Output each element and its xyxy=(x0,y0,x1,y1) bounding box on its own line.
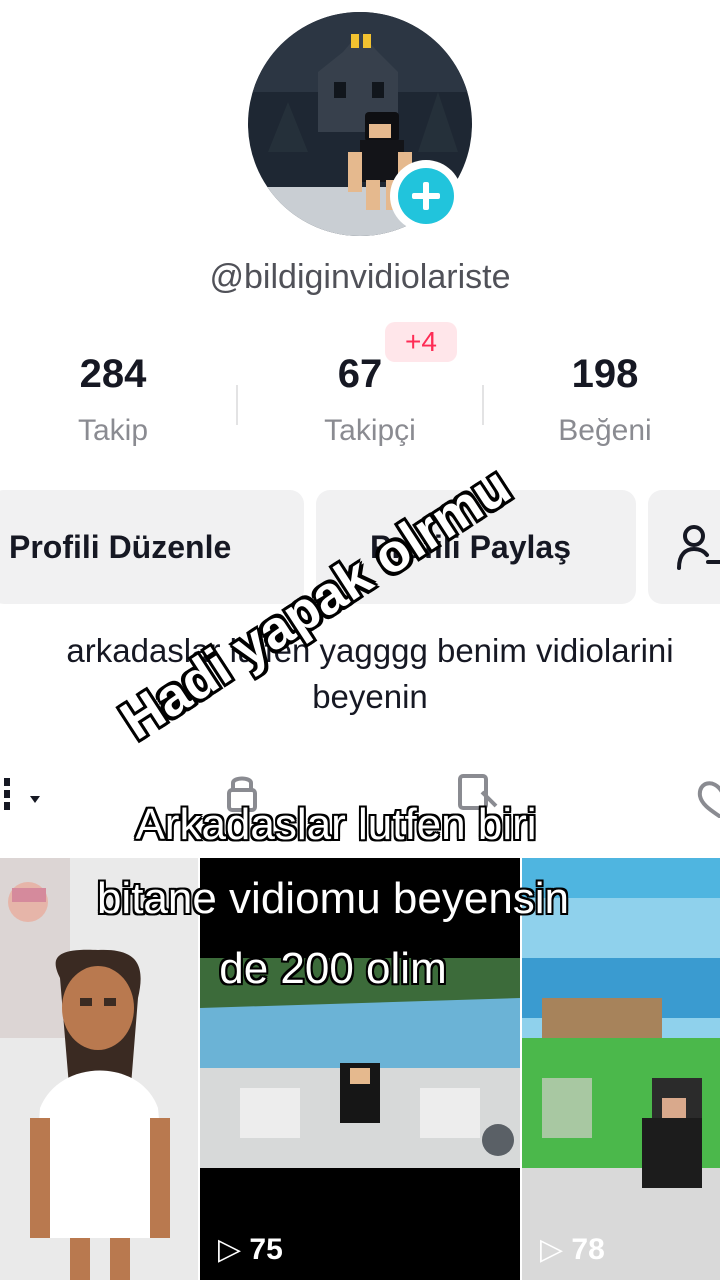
heart-icon[interactable] xyxy=(694,772,720,818)
bio: arkadaslar lutfen yagggg benim vidiolari… xyxy=(0,628,720,720)
video-views: ▷ 75 xyxy=(218,1232,283,1267)
username: @bildiginvidiolariste xyxy=(209,258,511,296)
followers-label: Takipçi xyxy=(324,414,416,447)
bio-line: arkadaslar lutfen yagggg benim vidiolari… xyxy=(66,632,674,669)
likes-count[interactable]: 198 xyxy=(530,352,680,397)
add-friend-button[interactable] xyxy=(648,490,720,604)
add-story-button[interactable] xyxy=(390,160,462,232)
stat-divider xyxy=(482,385,484,425)
likes-label: Beğeni xyxy=(558,414,652,447)
stat-divider xyxy=(236,385,238,425)
play-icon: ▷ xyxy=(540,1233,564,1266)
bio-line: beyenin xyxy=(312,678,428,715)
video-views-count: 78 xyxy=(571,1233,605,1266)
following-label: Takip xyxy=(77,414,149,447)
overlay-caption-line: Arkadaslar lutfen biri xyxy=(135,800,537,849)
play-icon: ▷ xyxy=(218,1233,242,1266)
add-friend-icon xyxy=(677,525,720,570)
video-views: ▷ 78 xyxy=(540,1232,605,1267)
overlay-caption-line: bitane vidiomu beyensin xyxy=(96,874,570,923)
following-count[interactable]: 284 xyxy=(40,352,186,397)
plus-icon xyxy=(398,168,454,224)
video-views-count: 75 xyxy=(249,1233,283,1266)
edit-profile-button[interactable]: Profili Düzenle xyxy=(0,490,304,604)
new-followers-badge: +4 xyxy=(385,322,457,362)
overlay-caption-line: de 200 olim xyxy=(219,944,447,993)
